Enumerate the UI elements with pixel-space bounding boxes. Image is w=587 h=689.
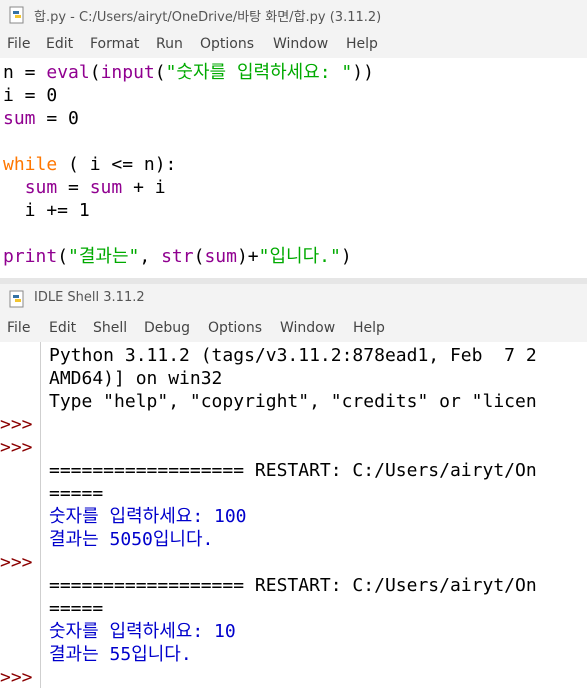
code-editor[interactable]: n = eval(input("숫자를 입력하세요: ")) i = 0 sum… — [0, 58, 587, 278]
menu-file[interactable]: File — [7, 36, 30, 52]
code-line-9: print("결과는", str(sum)+"입니다.") — [3, 246, 352, 267]
restart-line-cont: ===== — [49, 483, 104, 504]
shell-menu-file[interactable]: File — [7, 320, 30, 336]
code-line-6: sum = sum + i — [24, 177, 166, 198]
shell-menu-shell[interactable]: Shell — [93, 320, 127, 336]
menu-run[interactable]: Run — [156, 36, 183, 52]
shell-prompt-gutter: >>> >>> >>> >>> — [0, 342, 41, 688]
program-output-line: 숫자를 입력하세요: 100 — [49, 506, 247, 527]
menu-window[interactable]: Window — [273, 36, 328, 52]
shell-banner-line: Type "help", "copyright", "credits" or "… — [49, 391, 537, 412]
editor-window-title: 합.py - C:/Users/airyt/OneDrive/바탕 화면/합.p… — [34, 10, 382, 25]
menu-format[interactable]: Format — [90, 36, 139, 52]
restart-line: ================== RESTART: C:/Users/air… — [49, 460, 537, 481]
shell-menu-help[interactable]: Help — [353, 320, 385, 336]
shell-window-title: IDLE Shell 3.11.2 — [34, 290, 145, 305]
editor-title-bar: 합.py - C:/Users/airyt/OneDrive/바탕 화면/합.p… — [0, 0, 587, 30]
shell-prompt: >>> — [0, 667, 33, 688]
shell-prompt: >>> — [0, 414, 33, 435]
program-output-line: 결과는 55입니다. — [49, 644, 192, 665]
menu-help[interactable]: Help — [346, 36, 378, 52]
shell-menu-edit[interactable]: Edit — [49, 320, 76, 336]
shell-banner-line: Python 3.11.2 (tags/v3.11.2:878ead1, Feb… — [49, 345, 537, 366]
restart-line-cont: ===== — [49, 598, 104, 619]
shell-menu-window[interactable]: Window — [280, 320, 335, 336]
shell-banner-line: AMD64)] on win32 — [49, 368, 223, 389]
code-line-1: n = eval(input("숫자를 입력하세요: ")) — [3, 62, 374, 83]
shell-output[interactable]: Python 3.11.2 (tags/v3.11.2:878ead1, Feb… — [41, 342, 587, 688]
menu-edit[interactable]: Edit — [46, 36, 73, 52]
restart-line: ================== RESTART: C:/Users/air… — [49, 575, 537, 596]
code-line-7: i += 1 — [3, 200, 90, 221]
shell-prompt: >>> — [0, 552, 33, 573]
shell-prompt: >>> — [0, 437, 33, 458]
program-output-line: 숫자를 입력하세요: 10 — [49, 621, 236, 642]
program-output-line: 결과는 5050입니다. — [49, 529, 214, 550]
code-line-2: i = 0 — [3, 85, 58, 106]
idle-shell-icon — [9, 290, 24, 308]
code-line-5: while ( i <= n): — [3, 154, 177, 175]
python-file-icon — [9, 6, 24, 24]
shell-title-bar: IDLE Shell 3.11.2 — [0, 284, 587, 314]
shell-menu-options[interactable]: Options — [208, 320, 262, 336]
code-line-3: sum = 0 — [3, 108, 79, 129]
editor-menu-bar: File Edit Format Run Options Window Help — [0, 30, 587, 58]
menu-options[interactable]: Options — [200, 36, 254, 52]
shell-menu-bar: File Edit Shell Debug Options Window Hel… — [0, 314, 587, 342]
shell-menu-debug[interactable]: Debug — [144, 320, 190, 336]
